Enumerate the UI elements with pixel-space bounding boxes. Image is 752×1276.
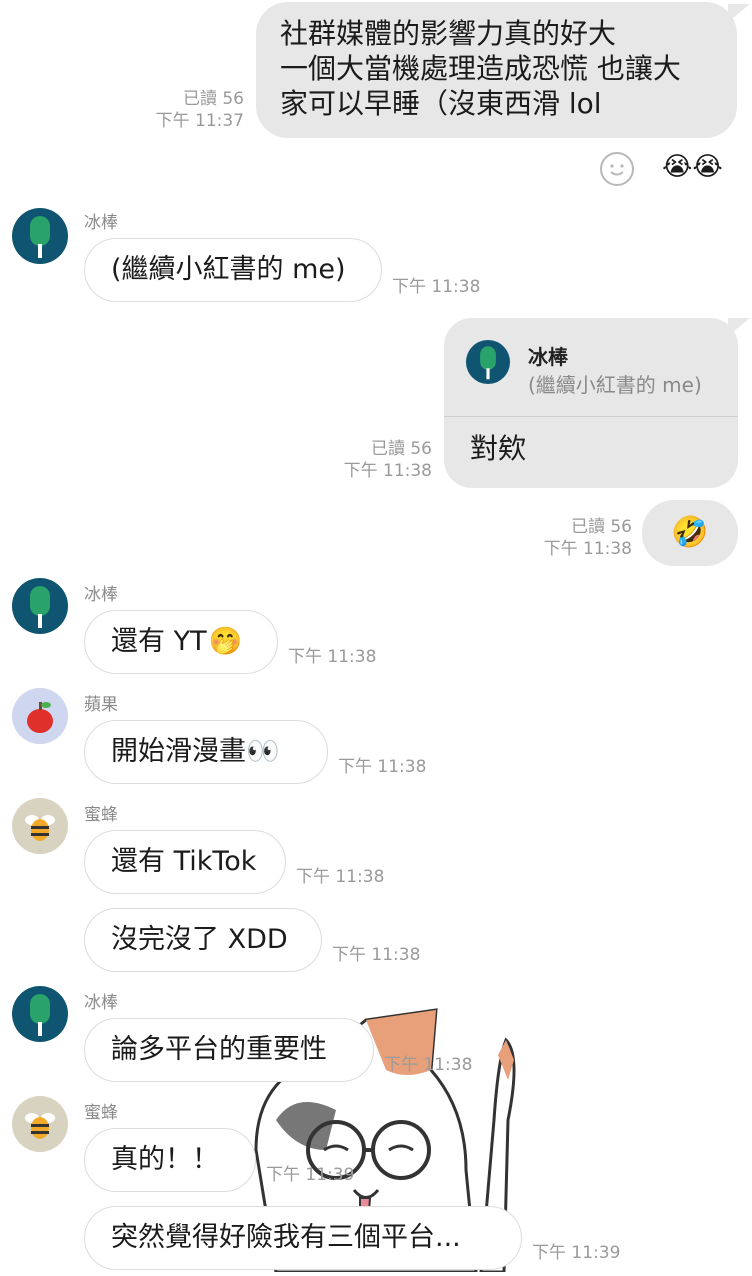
eyes-emoji: 👀 (246, 736, 280, 767)
incoming-message[interactable]: 論多平台的重要性 (84, 1018, 374, 1082)
message-text: 還有 YT (111, 626, 207, 657)
avatar[interactable] (12, 208, 68, 264)
message-text: 對欸 (470, 432, 527, 465)
add-reaction-button[interactable] (600, 152, 634, 186)
message-text: (繼續小紅書的 me) (111, 254, 346, 285)
read-count: 已讀 56 (370, 439, 432, 459)
sender-name: 冰棒 (84, 213, 118, 233)
apple-icon (27, 702, 53, 733)
timestamp: 下午 11:38 (296, 867, 385, 887)
sender-name: 蜜蜂 (84, 1103, 118, 1123)
timestamp: 下午 11:39 (266, 1165, 355, 1185)
popsicle-icon (30, 216, 50, 258)
message-line: 社群媒體的影響力真的好大 (280, 17, 617, 50)
incoming-message[interactable]: 還有 TikTok (84, 830, 286, 894)
read-count: 已讀 56 (182, 89, 244, 109)
incoming-message[interactable]: 真的！！ (84, 1128, 256, 1192)
timestamp: 下午 11:38 (338, 757, 427, 777)
timestamp: 下午 11:39 (532, 1243, 621, 1263)
incoming-message[interactable]: (繼續小紅書的 me) (84, 238, 382, 302)
quote-avatar (466, 340, 510, 384)
bubble-tail (728, 4, 750, 22)
hand-over-mouth-emoji: 🤭 (208, 626, 243, 657)
read-count: 已讀 56 (570, 517, 632, 537)
avatar[interactable] (12, 1096, 68, 1152)
divider (444, 416, 738, 417)
timestamp: 下午 11:38 (343, 461, 432, 481)
quoted-message[interactable]: 冰棒 (繼續小紅書的 me) (466, 340, 726, 410)
popsicle-icon (480, 346, 496, 380)
timestamp: 下午 11:38 (384, 1055, 473, 1075)
popsicle-icon (30, 586, 50, 628)
message-text: 突然覺得好險我有三個平台... (111, 1222, 461, 1253)
incoming-message[interactable]: 突然覺得好險我有三個平台... (84, 1206, 522, 1270)
smiley-icon (610, 164, 624, 176)
popsicle-icon (30, 994, 50, 1036)
message-text: 論多平台的重要性 (111, 1034, 327, 1065)
message-text: 開始滑漫畫 (111, 736, 246, 767)
message-text: 沒完沒了 XDD (111, 924, 288, 955)
read-receipt: 已讀 56 下午 11:37 (156, 88, 244, 132)
avatar[interactable] (12, 986, 68, 1042)
timestamp: 下午 11:38 (543, 539, 632, 559)
message-text: 真的！！ (111, 1144, 219, 1175)
read-receipt: 已讀 56 下午 11:38 (544, 516, 632, 560)
sender-name: 蘋果 (84, 695, 118, 715)
outgoing-message[interactable]: 社群媒體的影響力真的好大 一個大當機處理造成恐慌 也讓大 家可以早睡（沒東西滑 … (256, 2, 737, 138)
read-receipt: 已讀 56 下午 11:38 (344, 438, 432, 482)
reaction-emoji[interactable]: 😭😭 (662, 152, 723, 182)
bubble-tail (728, 318, 750, 336)
incoming-message[interactable]: 沒完沒了 XDD (84, 908, 322, 972)
sender-name: 冰棒 (84, 585, 118, 605)
message-text: 還有 TikTok (111, 846, 257, 877)
message-line: 家可以早睡（沒東西滑 lol (280, 87, 602, 120)
bee-icon (25, 815, 55, 841)
sender-name: 冰棒 (84, 993, 118, 1013)
timestamp: 下午 11:38 (288, 647, 377, 667)
incoming-message[interactable]: 開始滑漫畫 👀 (84, 720, 328, 784)
message-line: 一個大當機處理造成恐慌 也讓大 (280, 52, 681, 85)
incoming-message[interactable]: 還有 YT 🤭 (84, 610, 278, 674)
avatar[interactable] (12, 798, 68, 854)
outgoing-emoji-message[interactable]: 🤣 (642, 500, 738, 566)
avatar[interactable] (12, 578, 68, 634)
bee-icon (25, 1113, 55, 1139)
timestamp: 下午 11:38 (332, 945, 421, 965)
quote-text: (繼續小紅書的 me) (528, 373, 702, 397)
avatar[interactable] (12, 688, 68, 744)
sender-name: 蜜蜂 (84, 805, 118, 825)
timestamp: 下午 11:38 (392, 277, 481, 297)
rolling-laughing-emoji: 🤣 (671, 515, 709, 550)
timestamp: 下午 11:37 (155, 111, 244, 131)
outgoing-reply-message[interactable]: 冰棒 (繼續小紅書的 me) 對欸 (444, 318, 738, 488)
